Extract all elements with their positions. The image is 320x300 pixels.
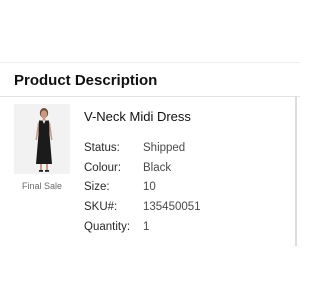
status-label: Status: [84, 142, 120, 154]
size-label: Size: [84, 181, 110, 193]
quantity-value: 1 [143, 221, 150, 233]
dress-photo-icon [14, 104, 70, 174]
status-value: Shipped [143, 142, 186, 154]
quantity-label: Quantity: [84, 221, 131, 233]
colour-value: Black [143, 162, 172, 174]
product-photo[interactable] [14, 104, 70, 174]
final-sale-badge: Final Sale [21, 181, 63, 191]
top-divider [0, 62, 300, 63]
sku-value: 135450051 [143, 201, 201, 213]
product-name[interactable]: V-Neck Midi Dress [84, 108, 191, 126]
product-card: Final Sale V-Neck Midi Dress Status: Shi… [0, 97, 295, 247]
size-value: 10 [143, 181, 156, 193]
section-title: Product Description [14, 72, 158, 89]
sku-label: SKU#: [84, 201, 118, 213]
card-right-border [295, 96, 297, 246]
colour-label: Colour: [84, 162, 122, 174]
top-blank-area [0, 0, 300, 62]
